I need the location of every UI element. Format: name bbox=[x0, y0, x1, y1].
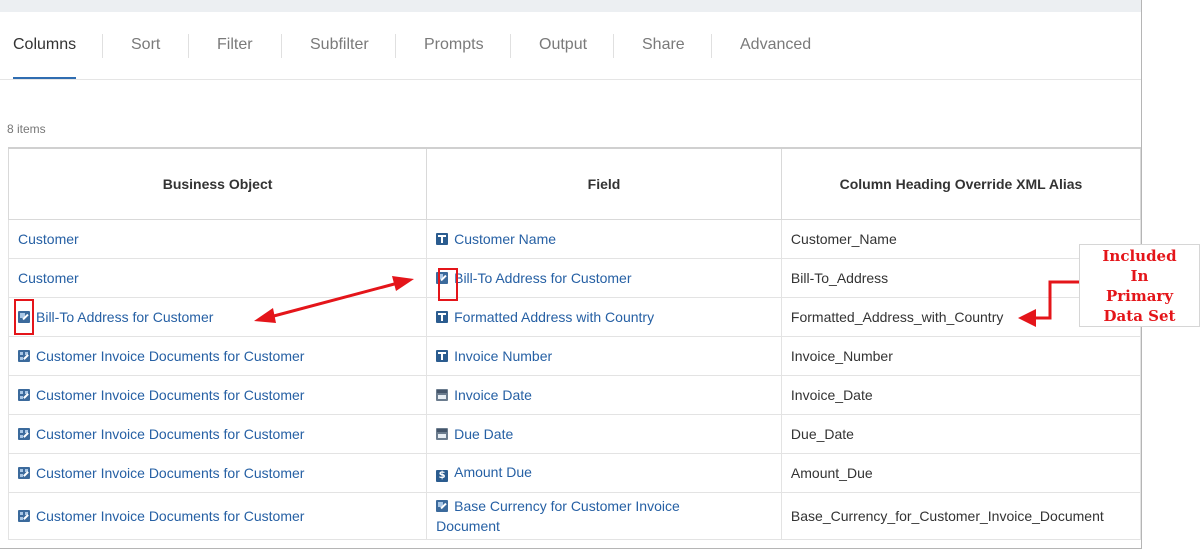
callout-line: Data Set bbox=[1103, 307, 1176, 325]
multi-instance-icon bbox=[18, 427, 30, 440]
callout-line: In bbox=[1130, 267, 1149, 285]
alias-value: Amount_Due bbox=[790, 464, 873, 481]
business-object-link[interactable]: Customer Invoice Documents for Customer bbox=[36, 348, 304, 364]
field-link[interactable]: Bill-To Address for Customer bbox=[454, 270, 631, 286]
business-object-cell: Customer bbox=[7, 218, 428, 259]
tab-output[interactable]: Output bbox=[539, 12, 587, 79]
business-object-link[interactable]: Customer Invoice Documents for Customer bbox=[36, 387, 304, 403]
tab-filter[interactable]: Filter bbox=[217, 12, 253, 79]
field-link[interactable]: Invoice Number bbox=[454, 348, 552, 364]
callout-line: Included bbox=[1102, 247, 1177, 265]
business-object-link[interactable]: Customer Invoice Documents for Customer bbox=[36, 508, 304, 524]
business-object-cell: Bill-To Address for Customer bbox=[7, 296, 428, 337]
alias-value: Formatted_Address_with_Country bbox=[790, 308, 1004, 325]
item-count: 8 items bbox=[7, 122, 46, 136]
alias-value: Invoice_Number bbox=[790, 347, 893, 364]
field-cell: Bill-To Address for Customer bbox=[426, 257, 782, 298]
business-object-cell: Customer Invoice Documents for Customer bbox=[7, 491, 428, 540]
business-object-cell: Customer Invoice Documents for Customer bbox=[7, 413, 428, 454]
alias-value: Customer_Name bbox=[790, 230, 897, 247]
field-cell: Invoice Number bbox=[426, 335, 782, 376]
alias-value: Base_Currency_for_Customer_Invoice_Docum… bbox=[790, 507, 1104, 524]
business-object-cell: Customer Invoice Documents for Customer bbox=[7, 374, 428, 415]
report-definition-panel: Columns Sort Filter Subfilter Prompts Ou… bbox=[0, 0, 1142, 549]
tab-prompts[interactable]: Prompts bbox=[424, 12, 484, 79]
table-row: Customer Invoice Documents for Customer … bbox=[7, 335, 1141, 376]
tab-separator bbox=[395, 34, 396, 58]
top-bar bbox=[0, 0, 1141, 12]
field-link[interactable]: Amount Due bbox=[454, 464, 532, 480]
header-row: Business Object Field Column Heading Ove… bbox=[7, 147, 1141, 220]
alias-cell: Amount_Due bbox=[780, 452, 1141, 493]
table-row: Customer Invoice Documents for Customer … bbox=[7, 452, 1141, 493]
field-link-wrap: Document bbox=[436, 516, 772, 536]
field-link[interactable]: Formatted Address with Country bbox=[454, 309, 654, 325]
tab-separator bbox=[711, 34, 712, 58]
field-cell: Invoice Date bbox=[426, 374, 782, 415]
business-object-link[interactable]: Customer Invoice Documents for Customer bbox=[36, 465, 304, 481]
column-header-business-object[interactable]: Business Object bbox=[7, 147, 428, 220]
instance-field-icon bbox=[436, 271, 449, 284]
text-field-icon bbox=[436, 349, 449, 362]
text-field-icon bbox=[436, 232, 449, 245]
field-link-wrap: Base Currency for Customer Invoice bbox=[436, 496, 772, 516]
tab-bar: Columns Sort Filter Subfilter Prompts Ou… bbox=[0, 12, 1141, 80]
field-cell: Formatted Address with Country bbox=[426, 296, 782, 337]
multi-instance-icon bbox=[18, 466, 30, 479]
tab-separator bbox=[281, 34, 282, 58]
columns-grid: Business Object Field Column Heading Ove… bbox=[7, 147, 1141, 540]
tab-separator bbox=[102, 34, 103, 58]
field-link[interactable]: Base Currency for Customer Invoice bbox=[454, 498, 680, 514]
alias-cell: Invoice_Date bbox=[780, 374, 1141, 415]
single-instance-icon bbox=[18, 310, 30, 323]
field-cell: $ Amount Due bbox=[426, 452, 782, 493]
business-object-link[interactable]: Bill-To Address for Customer bbox=[36, 309, 213, 325]
field-cell: Customer Name bbox=[426, 218, 782, 259]
alias-value: Bill-To_Address bbox=[790, 269, 889, 286]
tab-columns[interactable]: Columns bbox=[13, 12, 77, 79]
table-row: Customer Bill-To Address for Customer Bi… bbox=[7, 257, 1141, 298]
annotation-callout: Included In Primary Data Set bbox=[1079, 244, 1200, 327]
column-header-field[interactable]: Field bbox=[426, 147, 782, 220]
tab-subfilter[interactable]: Subfilter bbox=[310, 12, 369, 79]
multi-instance-icon bbox=[18, 388, 30, 401]
table-row: Customer Customer Name Customer_Name bbox=[7, 218, 1141, 259]
field-cell: Due Date bbox=[426, 413, 782, 454]
text-field-icon bbox=[436, 310, 449, 323]
table-row: Customer Invoice Documents for Customer … bbox=[7, 374, 1141, 415]
multi-instance-icon bbox=[18, 509, 30, 522]
date-field-icon bbox=[436, 427, 449, 440]
field-link[interactable]: Due Date bbox=[454, 426, 513, 442]
business-object-link[interactable]: Customer Invoice Documents for Customer bbox=[36, 426, 304, 442]
field-link-continued[interactable]: Document bbox=[436, 518, 500, 534]
alias-value: Invoice_Date bbox=[790, 386, 873, 403]
tab-advanced[interactable]: Advanced bbox=[740, 12, 811, 79]
business-object-cell: Customer bbox=[7, 257, 428, 298]
table-row: Customer Invoice Documents for Customer … bbox=[7, 413, 1141, 454]
tab-separator bbox=[613, 34, 614, 58]
business-object-cell: Customer Invoice Documents for Customer bbox=[7, 452, 428, 493]
multi-instance-icon bbox=[18, 349, 30, 362]
field-cell: Base Currency for Customer Invoice Docume… bbox=[426, 491, 782, 540]
alias-cell: Due_Date bbox=[780, 413, 1141, 454]
field-link[interactable]: Invoice Date bbox=[454, 387, 532, 403]
instance-field-icon bbox=[436, 499, 449, 512]
tab-share[interactable]: Share bbox=[642, 12, 685, 79]
alias-cell: Invoice_Number bbox=[780, 335, 1141, 376]
table-row: Bill-To Address for Customer Formatted A… bbox=[7, 296, 1141, 337]
business-object-link[interactable]: Customer bbox=[18, 231, 79, 247]
tab-separator bbox=[188, 34, 189, 58]
field-link[interactable]: Customer Name bbox=[454, 231, 556, 247]
date-field-icon bbox=[436, 388, 449, 401]
alias-cell: Base_Currency_for_Customer_Invoice_Docum… bbox=[780, 491, 1141, 540]
business-object-cell: Customer Invoice Documents for Customer bbox=[7, 335, 428, 376]
tab-sort[interactable]: Sort bbox=[131, 12, 160, 79]
business-object-link[interactable]: Customer bbox=[18, 270, 79, 286]
tab-separator bbox=[510, 34, 511, 58]
callout-line: Primary bbox=[1105, 287, 1174, 305]
table-row: Customer Invoice Documents for Customer … bbox=[7, 491, 1141, 540]
alias-value: Due_Date bbox=[790, 425, 854, 442]
column-header-alias[interactable]: Column Heading Override XML Alias bbox=[780, 147, 1141, 220]
currency-field-icon: $ bbox=[436, 469, 449, 482]
